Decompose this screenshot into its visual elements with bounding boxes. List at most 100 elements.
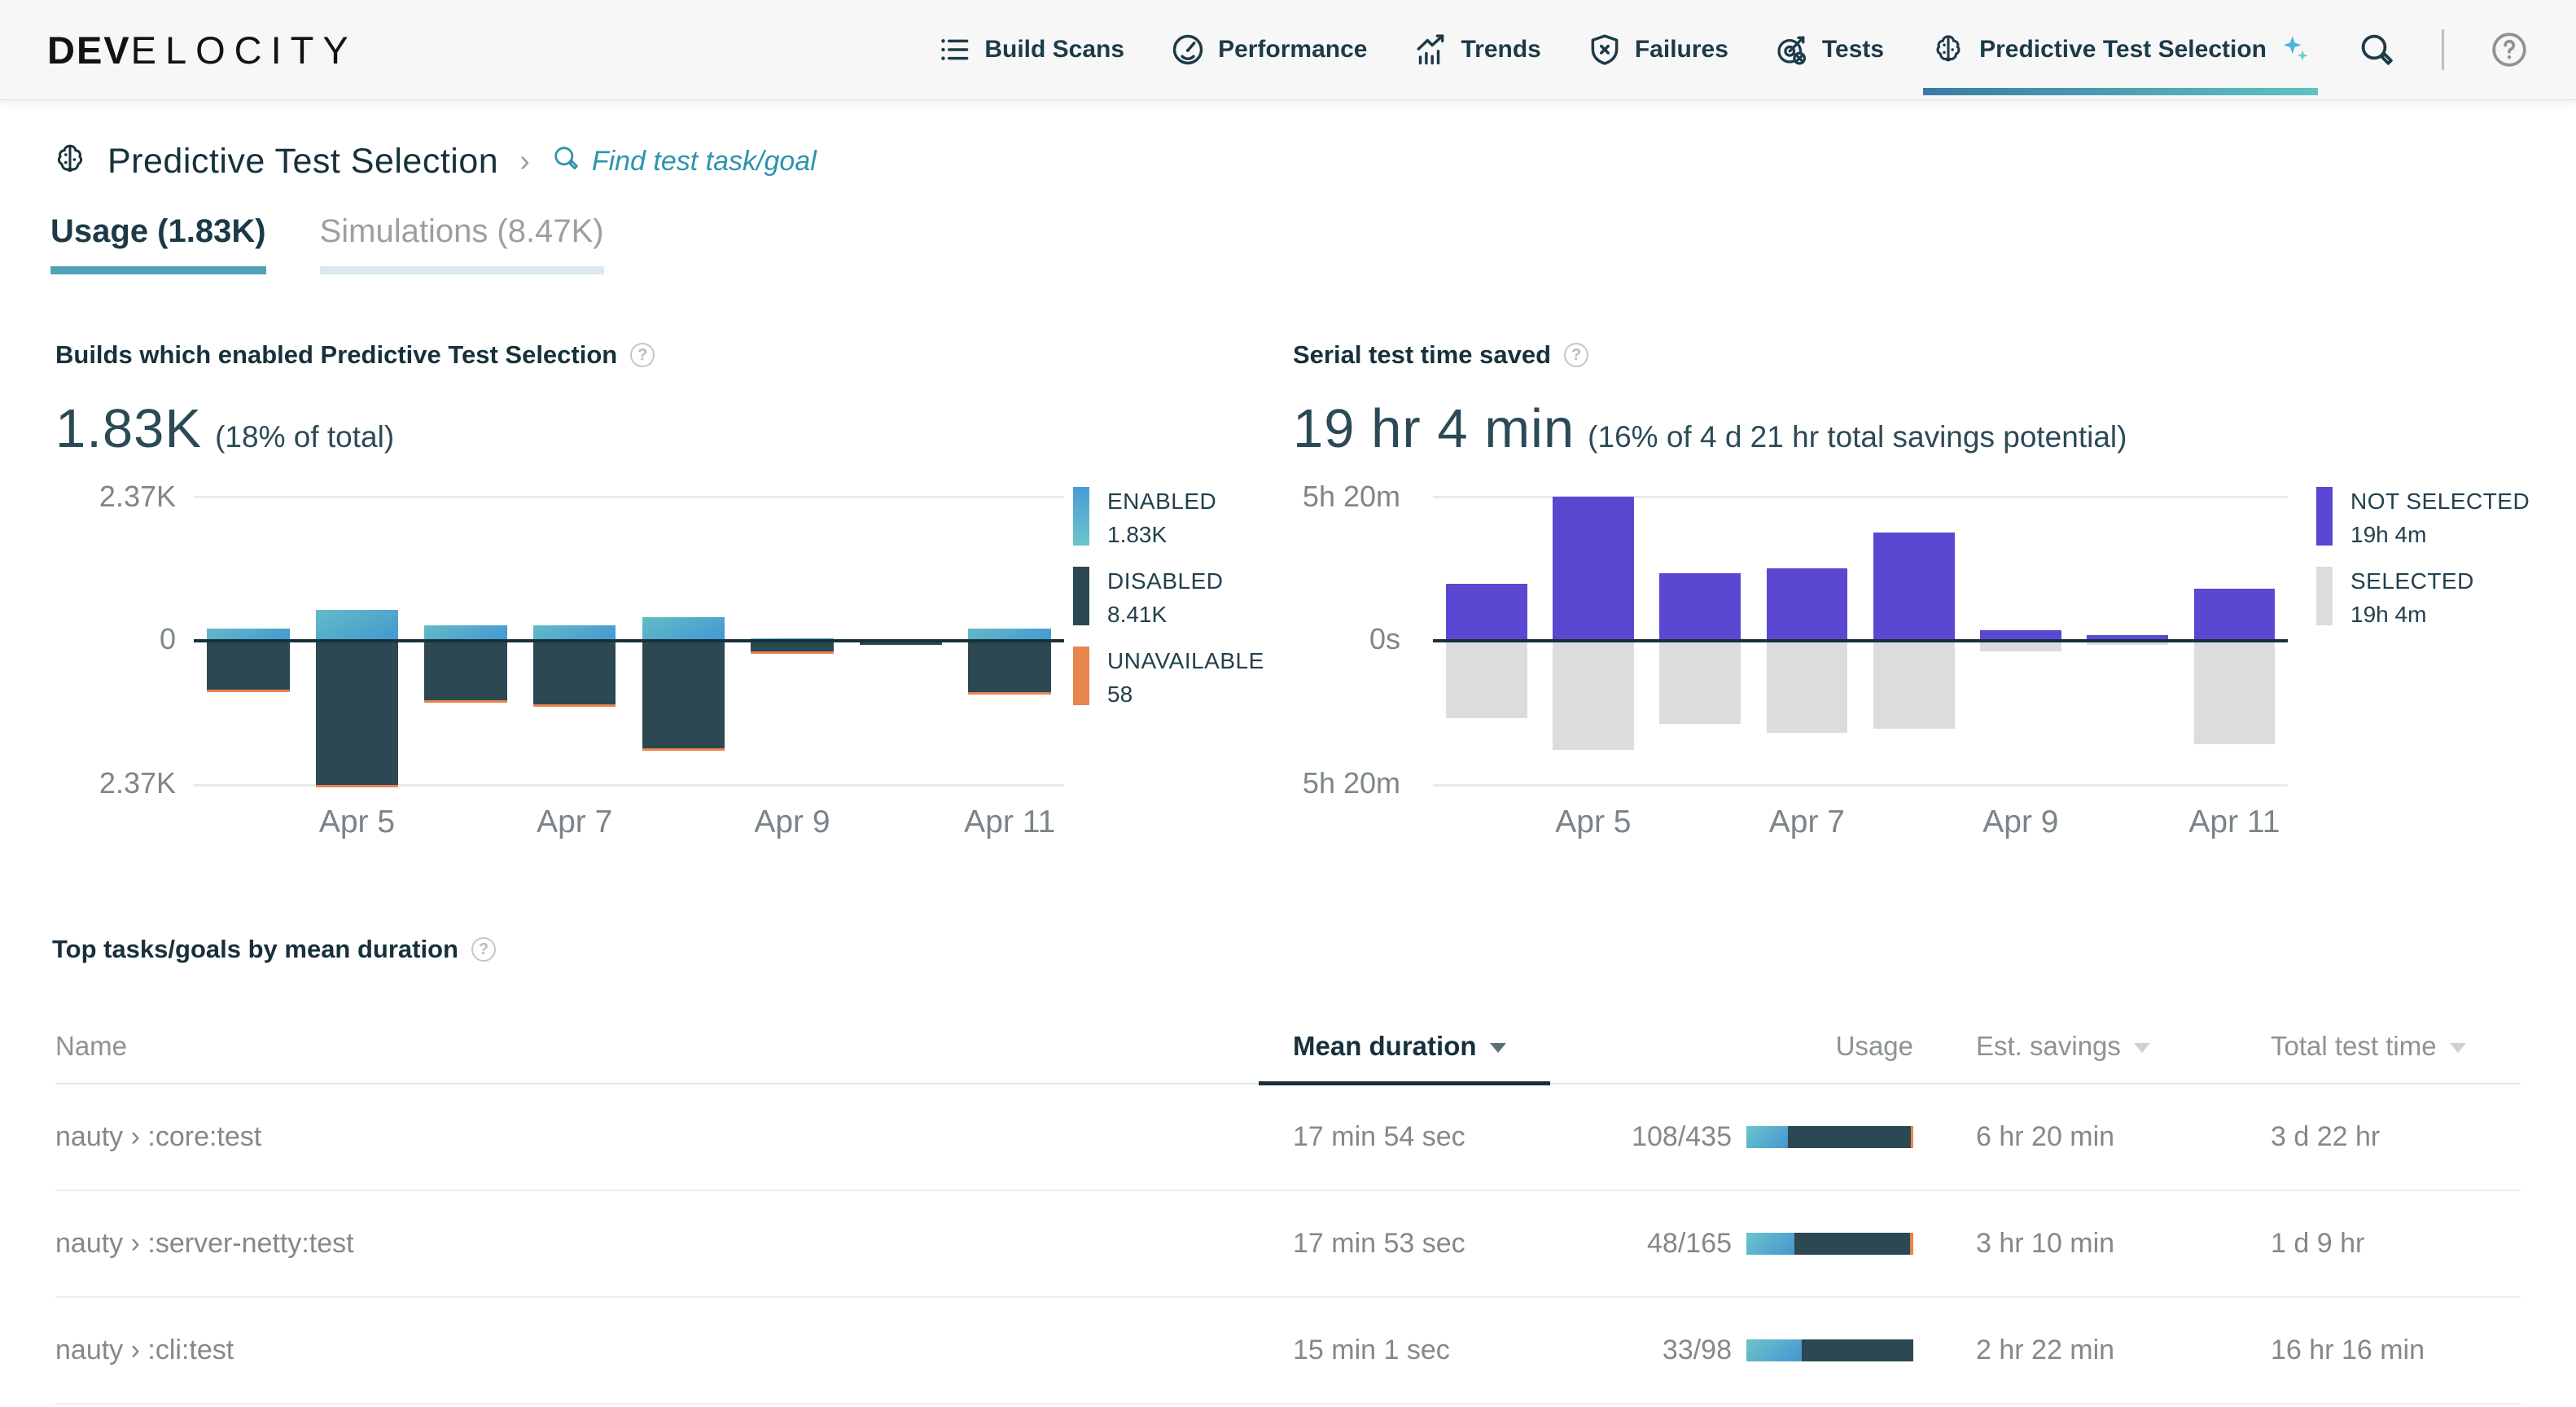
legend-value: 58 [1107,682,1133,707]
zero-axis-line [1433,639,2288,642]
usage-value: 33/98 [1662,1335,1732,1365]
usage-cell: 33/98 [1537,1298,1913,1403]
tab-usage[interactable]: Usage (1.83K) [50,213,266,274]
find-link-label: Find test task/goal [591,146,817,177]
disabled-bar [207,641,290,690]
selected-bar [1553,641,1634,750]
time-saved-bar-plot [1433,496,2288,787]
legend-label: UNAVAILABLE [1107,648,1264,673]
selected-bar [1873,641,1955,730]
enabled-segment [1746,1233,1795,1255]
legend-item-disabled: DISABLED 8.41K [1073,567,1264,628]
column-header-est-savings[interactable]: Est. savings [1976,1031,2150,1062]
disabled-segment [1794,1233,1910,1255]
column-header-usage: Usage [1835,1031,1913,1061]
unavailable-segment [1909,1233,1913,1255]
tasks-table: Name Mean duration Usage Est. savings To… [55,1008,2521,1405]
task-name[interactable]: nauty › :server-netty:test [55,1191,354,1296]
not-selected-bar [1445,583,1527,641]
x-tick-label: Apr 9 [754,804,830,839]
time-saved-chart-legend: NOT SELECTED 19h 4m SELECTED 19h 4m [2316,487,2530,628]
builds-bar-plot [194,496,1064,787]
unavailable-swatch [1073,647,1089,705]
tab-simulations[interactable]: Simulations (8.47K) [319,213,604,274]
chart-headline: 19 hr 4 min (16% of 4 d 21 hr total savi… [1293,397,2127,460]
nav-divider [2442,29,2444,70]
legend-item-selected: SELECTED 19h 4m [2316,567,2530,628]
selected-bar [1766,641,1848,734]
table-row[interactable]: nauty › :cli:test 15 min 1 sec 33/98 2 h… [55,1298,2521,1405]
y-axis-zero-label: 0s [1369,622,1400,655]
sort-desc-icon [1489,1043,1506,1054]
tabs: Usage (1.83K) Simulations (8.47K) [50,213,604,274]
x-tick-label: Apr 11 [964,804,1056,839]
est-savings-value: 6 hr 20 min [1976,1121,2115,1152]
unavailable-segment [1910,1126,1913,1148]
x-tick-label: Apr 11 [2188,804,2280,839]
column-label: Est. savings [1976,1031,2121,1061]
y-axis-bottom-label: 2.37K [99,766,176,800]
usage-cell: 48/165 [1537,1191,1913,1296]
nav-label: Predictive Test Selection [1979,36,2267,63]
nav-item-trends[interactable]: Trends [1413,0,1541,99]
help-icon[interactable] [2490,30,2529,69]
not-selected-bar [1766,568,1848,641]
nav-item-predictive-test-selection[interactable]: Predictive Test Selection [1923,0,2318,99]
est-savings-value: 3 hr 10 min [1976,1228,2115,1259]
logo-dev: DEV [47,28,131,72]
y-axis-top-label: 5h 20m [1302,480,1400,513]
mean-duration-value: 17 min 53 sec [1293,1228,1465,1259]
chart-headline: 1.83K (18% of total) [55,397,394,460]
nav-item-performance[interactable]: Performance [1170,0,1367,99]
trends-chart-icon [1413,32,1448,68]
unavailable-bar [751,651,834,655]
search-icon[interactable] [2357,30,2396,69]
gridline [1433,784,2288,787]
legend-item-enabled: ENABLED 1.83K [1073,487,1264,548]
help-icon[interactable]: ? [630,343,655,367]
nav-item-failures[interactable]: Failures [1587,0,1728,99]
page-header: Predictive Test Selection › Find test ta… [50,140,817,183]
disabled-bar [532,641,616,705]
table-row[interactable]: nauty › :server-netty:test 17 min 53 sec… [55,1191,2521,1298]
x-tick-label: Apr 9 [1982,804,2059,839]
usage-mini-bar [1746,1339,1913,1361]
table-title: Top tasks/goals by mean duration [52,935,458,963]
x-axis-labels: Apr 5 Apr 7 Apr 9 Apr 11 [1433,804,2288,845]
column-header-mean-duration[interactable]: Mean duration [1293,1031,1506,1062]
table-row[interactable]: nauty › :core:test 17 min 54 sec 108/435… [55,1085,2521,1191]
main-nav: Build Scans Performance Trends Failures … [936,0,2529,99]
breadcrumb: › [519,144,530,178]
not-selected-bar [2193,589,2276,641]
develocity-logo[interactable]: DEV ELOCITY [47,28,357,72]
selected-bar [1659,641,1741,724]
legend-label: SELECTED [2350,568,2474,594]
legend-value: 8.41K [1107,602,1168,627]
nav-label: Performance [1218,36,1368,63]
disabled-bar [315,641,399,785]
table-section-title-row: Top tasks/goals by mean duration ? [52,935,496,964]
nav-item-build-scans[interactable]: Build Scans [936,0,1124,99]
search-icon [551,143,580,180]
task-name[interactable]: nauty › :cli:test [55,1298,234,1403]
chart-title-row: Builds which enabled Predictive Test Sel… [55,340,1277,370]
help-icon[interactable]: ? [1564,343,1589,367]
x-tick-label: Apr 7 [1768,804,1845,839]
nav-label: Trends [1461,36,1541,63]
top-navigation-bar: DEV ELOCITY Build Scans Performance Tren… [0,0,2576,100]
selected-bar [1445,641,1527,719]
disabled-bar [751,641,834,652]
sort-icon [2449,1043,2466,1054]
legend-label: ENABLED [1107,489,1217,514]
help-icon[interactable]: ? [471,937,496,962]
builds-enabled-chart-section: Builds which enabled Predictive Test Sel… [55,340,1277,839]
nav-item-tests[interactable]: Tests [1774,0,1884,99]
enabled-bar [642,616,725,641]
disabled-bar [642,641,725,749]
disabled-swatch [1073,567,1089,625]
task-name[interactable]: nauty › :core:test [55,1085,261,1190]
chart-title: Builds which enabled Predictive Test Sel… [55,340,618,369]
disabled-segment [1788,1126,1911,1148]
find-test-task-goal-link[interactable]: Find test task/goal [551,143,817,180]
column-header-total-test-time[interactable]: Total test time [2271,1031,2466,1062]
